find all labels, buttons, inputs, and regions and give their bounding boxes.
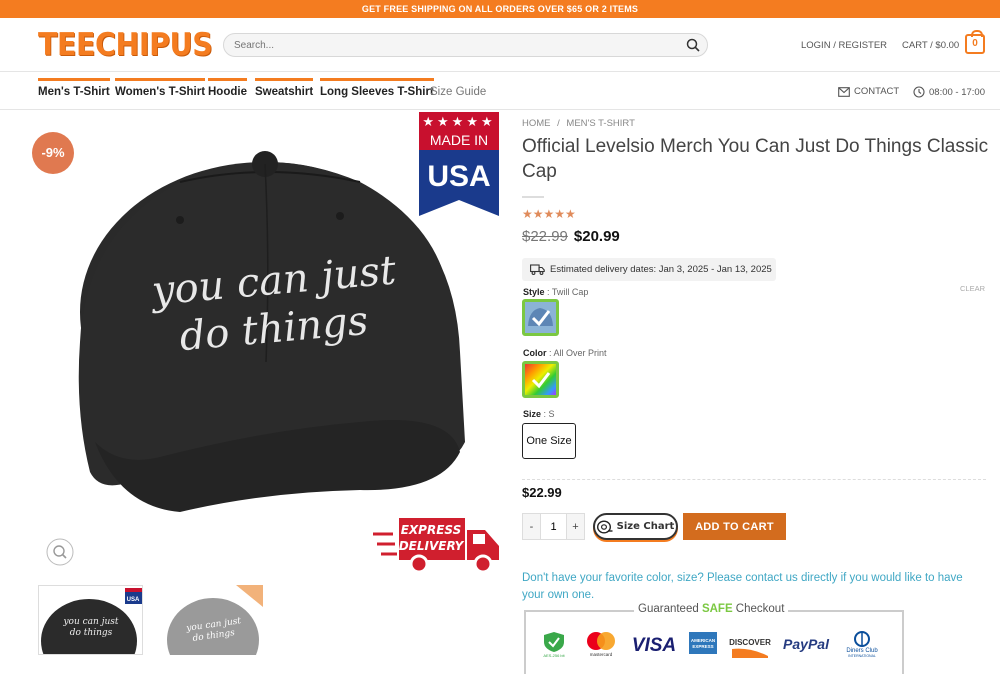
style-label: Style : Twill Cap — [523, 287, 588, 297]
visa-label: VISA — [632, 635, 676, 656]
ssl-label: AES-256 bit — [543, 653, 565, 658]
breadcrumb-category[interactable]: MEN'S T-SHIRT — [566, 118, 635, 129]
check-icon — [528, 308, 553, 327]
announcement-bar: GET FREE SHIPPING ON ALL ORDERS OVER $65… — [0, 0, 1000, 18]
thumbnail-grey-cap[interactable]: you can just do things — [158, 585, 263, 655]
express-delivery-icon: EXPRESS DELIVERY — [373, 518, 499, 574]
sale-price: $20.99 — [573, 228, 620, 245]
hours-label: 08:00 - 17:00 — [929, 86, 985, 98]
nav-item-mens-tshirt[interactable]: Men's T-Shirt — [38, 78, 110, 98]
breadcrumb-home[interactable]: HOME — [522, 118, 551, 129]
search-bar — [223, 33, 708, 57]
mastercard-icon: mastercard — [587, 632, 615, 657]
diners-label-line2: INTERNATIONAL — [848, 654, 876, 658]
truck-icon — [530, 264, 545, 275]
selected-variation-price: $22.99 — [522, 485, 562, 500]
delivery-estimate: Estimated delivery dates: Jan 3, 2025 - … — [522, 258, 776, 281]
checkout-title-pre: Guaranteed — [638, 603, 702, 615]
checkout-title-post: Checkout — [732, 603, 785, 615]
size-option-one-size[interactable]: One Size — [522, 423, 576, 459]
contact-note-link[interactable]: Don't have your favorite color, size? Pl… — [522, 570, 982, 604]
qty-plus-button[interactable]: + — [567, 514, 584, 539]
divider — [522, 479, 986, 480]
add-to-cart-button[interactable]: ADD TO CART — [683, 513, 786, 540]
paypal-icon: PayPal — [783, 636, 830, 652]
nav-item-long-sleeves[interactable]: Long Sleeves T-Shirt — [320, 78, 434, 98]
mastercard-label: mastercard — [590, 652, 613, 657]
made-in-label: MADE IN — [430, 132, 488, 148]
ssl-shield-icon: AES-256 bit — [543, 632, 566, 658]
thumbnail-black-cap[interactable]: USA you can just do things — [38, 585, 143, 655]
nav-item-size-guide[interactable]: Size Guide — [430, 78, 486, 98]
clock-icon — [913, 86, 925, 98]
style-value: : Twill Cap — [547, 287, 589, 297]
business-hours: 08:00 - 17:00 — [913, 86, 985, 98]
paypal-label: PayPal — [783, 636, 830, 652]
checkout-title-safe: SAFE — [701, 603, 733, 615]
style-label-text: Style — [523, 287, 545, 297]
cart-count-icon[interactable]: 0 — [965, 30, 985, 54]
nav-item-womens-tshirt[interactable]: Women's T-Shirt — [115, 78, 206, 98]
diners-club-icon: Diners Club INTERNATIONAL — [846, 631, 878, 658]
breadcrumb: HOME / MEN'S T-SHIRT — [522, 118, 635, 129]
color-label-text: Color — [523, 348, 547, 358]
qty-minus-button[interactable]: - — [523, 514, 540, 539]
search-icon[interactable] — [686, 38, 700, 52]
color-swatch-all-over-print[interactable] — [522, 361, 559, 398]
express-label-line1: EXPRESS — [401, 523, 462, 537]
size-value: : S — [543, 409, 555, 419]
style-swatch-twill-cap[interactable] — [522, 299, 559, 336]
price: $22.99 $20.99 — [522, 228, 620, 245]
express-label-line2: DELIVERY — [399, 539, 465, 553]
product-title: Official Levelsio Merch You Can Just Do … — [522, 136, 989, 182]
svg-text:★★★★★: ★★★★★ — [422, 114, 495, 129]
thumb1-text-line1: you can just — [62, 617, 118, 627]
quantity-stepper: - + — [522, 513, 585, 540]
login-register-link[interactable]: LOGIN / REGISTER — [801, 40, 887, 51]
clear-button[interactable]: CLEAR — [960, 284, 985, 293]
check-icon — [531, 372, 551, 389]
breadcrumb-separator: / — [557, 118, 560, 129]
color-label: Color : All Over Print — [523, 348, 607, 358]
usa-label: USA — [427, 160, 490, 193]
discount-badge: -9% — [32, 132, 74, 174]
contact-label: CONTACT — [854, 86, 900, 97]
delivery-text: Estimated delivery dates: Jan 3, 2025 - … — [550, 264, 772, 275]
title-divider — [522, 196, 544, 198]
cart-link[interactable]: CART / $0.00 — [902, 40, 959, 51]
measuring-tape-icon — [596, 520, 613, 533]
rating-stars: ★★★★★ — [522, 207, 576, 221]
site-logo[interactable]: TEECHIPUS — [38, 27, 213, 63]
qty-input[interactable] — [540, 514, 567, 539]
color-value: : All Over Print — [549, 348, 607, 358]
amex-label-line1: AMERICAN — [691, 638, 715, 643]
size-chart-button[interactable]: Size Chart — [593, 513, 678, 540]
size-label: Size : S — [523, 409, 555, 419]
search-input[interactable] — [224, 34, 664, 56]
visa-icon: VISA — [632, 635, 676, 656]
safe-checkout-title: Guaranteed SAFE Checkout — [634, 603, 789, 615]
old-price: $22.99 — [522, 228, 568, 245]
mail-icon — [838, 86, 850, 97]
discover-label: DISCOVER — [729, 638, 771, 647]
nav-item-sweatshirt[interactable]: Sweatshirt — [255, 78, 314, 98]
made-in-usa-badge: ★★★★★ MADE IN USA — [419, 112, 499, 216]
main-nav: Men's T-Shirt Women's T-Shirt Hoodie Swe… — [0, 72, 1000, 110]
svg-text:USA: USA — [127, 597, 140, 603]
zoom-icon[interactable] — [46, 538, 74, 566]
amex-label-line2: EXPRESS — [692, 644, 713, 649]
discover-icon: DISCOVER — [729, 638, 771, 658]
thumb1-text-line2: do things — [70, 628, 113, 638]
size-label-text: Size — [523, 409, 542, 419]
nav-item-hoodie[interactable]: Hoodie — [208, 78, 247, 98]
contact-link[interactable]: CONTACT — [838, 86, 899, 97]
size-chart-label: Size Chart — [616, 521, 675, 532]
amex-icon: AMERICAN EXPRESS — [689, 632, 717, 654]
site-header: TEECHIPUS LOGIN / REGISTER CART / $0.00 … — [0, 18, 1000, 72]
